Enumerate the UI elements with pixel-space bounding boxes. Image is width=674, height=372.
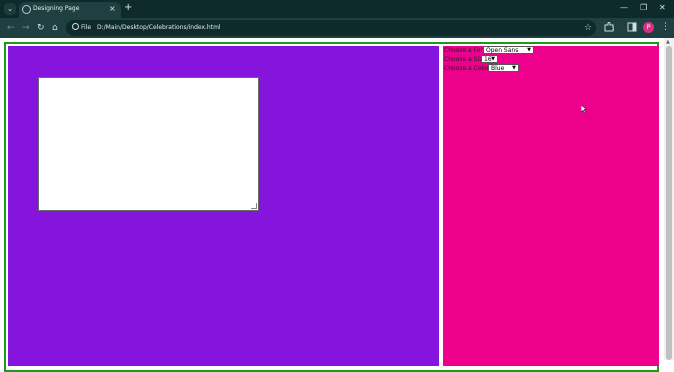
chevron-down-icon: ▼ [491, 56, 495, 62]
size-select[interactable]: 16 ▼ [481, 55, 498, 63]
reload-icon[interactable]: ↻ [37, 21, 45, 35]
mouse-cursor-icon [581, 105, 587, 113]
site-info-chip[interactable]: File [72, 23, 91, 33]
restore-button[interactable]: ❐ [640, 1, 647, 15]
avatar[interactable]: P [643, 22, 654, 33]
chevron-down-icon: ▼ [527, 47, 531, 53]
scroll-up-icon[interactable]: ▲ [666, 39, 670, 45]
scrollbar-thumb[interactable] [666, 46, 672, 360]
browser-tab[interactable]: Designing Page × [19, 2, 121, 18]
menu-icon[interactable]: ⋮ [661, 21, 670, 33]
close-icon[interactable]: × [109, 4, 116, 14]
address-bar[interactable]: File D:/Main/Desktop/Celebrations/index.… [66, 20, 596, 36]
plus-icon[interactable]: + [124, 2, 132, 14]
tab-title: Designing Page [33, 5, 80, 12]
tab-search-icon[interactable]: ⌄ [4, 3, 16, 15]
globe-icon [22, 5, 31, 14]
window-close-button[interactable]: ✕ [659, 1, 666, 15]
forward-icon[interactable]: → [22, 21, 30, 35]
resize-handle-icon[interactable] [251, 203, 257, 209]
minimize-button[interactable]: — [620, 1, 628, 15]
controls-panel: Choose a Font: Open Sans ▼ Choose a Size:… [443, 46, 659, 366]
back-icon[interactable]: ← [7, 21, 15, 35]
design-canvas-panel [8, 46, 439, 366]
font-select[interactable]: Open Sans ▼ [483, 46, 534, 54]
text-area[interactable] [38, 77, 259, 211]
color-label: Choose a Color: [444, 65, 492, 72]
tab-strip: ⌄ Designing Page × + — ❐ ✕ [0, 0, 674, 18]
home-icon[interactable]: ⌂ [52, 21, 58, 35]
chevron-down-icon: ▼ [512, 65, 516, 71]
star-icon[interactable]: ☆ [584, 22, 592, 34]
browser-toolbar: ← → ↻ ⌂ File D:/Main/Desktop/Celebration… [0, 18, 674, 38]
vertical-scrollbar[interactable]: ▲ [664, 38, 674, 360]
color-select[interactable]: Blue ▼ [488, 64, 519, 72]
sidepanel-icon[interactable] [627, 22, 637, 32]
extensions-icon[interactable] [604, 22, 614, 32]
page-viewport: Choose a Font: Open Sans ▼ Choose a Size:… [0, 38, 674, 372]
url-text[interactable]: D:/Main/Desktop/Celebrations/index.html [97, 23, 221, 33]
info-icon [72, 23, 79, 30]
